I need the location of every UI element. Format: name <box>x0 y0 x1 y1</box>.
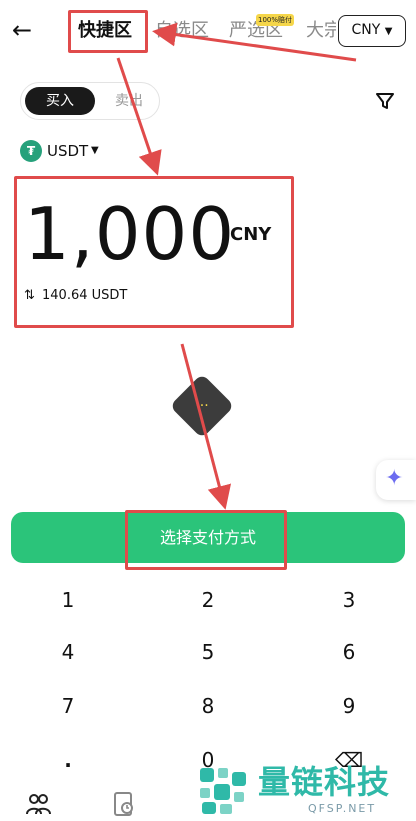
converted-value: 140.64 USDT <box>42 288 128 303</box>
tab-quick[interactable]: 快捷区 <box>78 18 132 44</box>
guarantee-badge: 100%赔付 <box>256 14 294 26</box>
currency-label: CNY <box>351 22 381 38</box>
tab-selected[interactable]: 自选区 <box>155 18 209 44</box>
filter-button[interactable] <box>374 90 396 112</box>
sparkle-icon: ✦ <box>385 466 404 491</box>
back-button[interactable]: ← <box>12 16 36 44</box>
orders-clock-icon[interactable] <box>110 790 138 818</box>
key-6[interactable]: 6 <box>309 630 389 674</box>
filter-icon <box>376 93 394 109</box>
key-7[interactable]: 7 <box>28 684 108 728</box>
caret-down-icon: ▼ <box>91 145 99 156</box>
key-9[interactable]: 9 <box>309 684 389 728</box>
key-0[interactable]: 0 <box>168 738 248 782</box>
select-payment-button[interactable]: 选择支付方式 <box>11 512 405 563</box>
caret-down-icon: ▼ <box>384 26 393 37</box>
backspace-icon: ⌫ <box>334 748 364 772</box>
arrow-left-icon: ← <box>12 16 33 44</box>
key-5[interactable]: 5 <box>168 630 248 674</box>
key-3[interactable]: 3 <box>309 578 389 622</box>
key-1[interactable]: 1 <box>28 578 108 622</box>
swap-arrows-icon: ⇅ <box>24 288 35 303</box>
crypto-symbol: USDT <box>47 142 89 160</box>
ai-assistant-button[interactable]: ✦ <box>376 460 416 500</box>
key-2[interactable]: 2 <box>168 578 248 622</box>
key-decimal[interactable]: . <box>28 738 108 782</box>
key-8[interactable]: 8 <box>168 684 248 728</box>
users-icon[interactable] <box>24 790 52 818</box>
buy-tab[interactable]: 买入 <box>25 87 95 115</box>
dots-icon: ··· <box>195 398 209 414</box>
key-4[interactable]: 4 <box>28 630 108 674</box>
currency-select[interactable]: CNY ▼ <box>338 15 406 47</box>
amount-unit: CNY <box>230 224 272 245</box>
bottom-navigation <box>0 780 416 821</box>
amount-value: 1,000 <box>24 192 236 276</box>
top-header: ← 快捷区 自选区 严选区 100%赔付 大宗区 CNY ▼ <box>0 0 416 62</box>
key-backspace[interactable]: ⌫ <box>309 738 389 782</box>
tether-icon: ₮ <box>20 140 42 162</box>
sell-tab[interactable]: 卖出 <box>101 87 157 115</box>
tab-bulk[interactable]: 大宗区 <box>306 18 336 44</box>
buy-sell-toggle: 买入 卖出 <box>20 82 160 120</box>
